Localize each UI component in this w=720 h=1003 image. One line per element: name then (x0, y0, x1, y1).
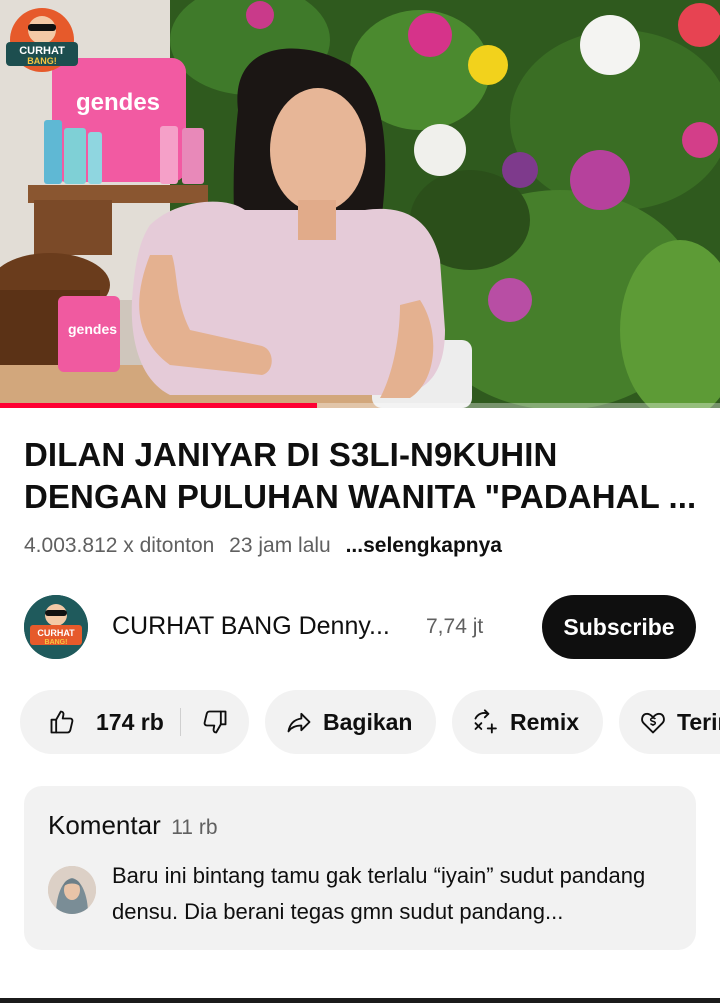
top-comment-text: Baru ini bintang tamu gak terlalu “iyain… (112, 863, 646, 924)
channel-row: CURHAT BANG! CURHAT BANG Denny... 7,74 j… (0, 594, 720, 660)
subscribe-button[interactable]: Subscribe (542, 595, 696, 659)
thanks-label: Terima kasih (677, 708, 720, 735)
heart-dollar-icon (641, 712, 665, 734)
video-player[interactable]: gendes gendes CURHAT BANG! (0, 0, 720, 408)
svg-text:BANG!: BANG! (27, 56, 57, 66)
comments-panel[interactable]: Komentar 11 rb Baru ini bintang tamu gak… (24, 786, 696, 950)
video-details-sheet: DILAN JANIYAR DI S3LI-N9KUHIN DENGAN PUL… (0, 408, 720, 1003)
comments-header: Komentar 11 rb (48, 810, 218, 841)
video-meta[interactable]: 4.003.812 x ditonton 23 jam lalu ...sele… (24, 534, 511, 558)
video-watch-page: gendes gendes CURHAT BANG! DILAN JANIYAR… (0, 0, 720, 1003)
show-more-link[interactable]: ...selengkapnya (346, 534, 502, 557)
subscriber-count: 7,74 jt (426, 615, 484, 638)
like-dislike-pill: 174 rb (20, 690, 249, 754)
pillow-brand-text: gendes (76, 89, 160, 116)
thumbs-up-icon (50, 710, 74, 734)
like-button[interactable]: 174 rb (20, 690, 164, 754)
action-bar: 174 rb Bagikan Remix Teri (0, 690, 720, 754)
video-title[interactable]: DILAN JANIYAR DI S3LI-N9KUHIN DENGAN PUL… (24, 434, 704, 518)
mug-brand-text: gendes (68, 321, 117, 337)
upload-age: 23 jam lalu (229, 534, 331, 557)
bottom-edge-bar (0, 998, 720, 1003)
channel-watermark-logo: CURHAT BANG! (2, 4, 82, 80)
svg-text:BANG!: BANG! (45, 639, 68, 646)
remix-button[interactable]: Remix (452, 690, 603, 754)
svg-text:CURHAT: CURHAT (37, 628, 75, 638)
channel-name[interactable]: CURHAT BANG Denny... (112, 612, 412, 641)
like-count: 174 rb (96, 708, 164, 735)
dislike-button[interactable] (181, 690, 249, 754)
comments-count: 11 rb (171, 816, 218, 839)
commenter-avatar (48, 866, 96, 914)
video-thumbnail-scene: gendes gendes (0, 0, 720, 408)
remix-icon (474, 709, 497, 734)
share-button[interactable]: Bagikan (265, 690, 436, 754)
thanks-button[interactable]: Terima kasih (619, 690, 720, 754)
channel-avatar[interactable]: CURHAT BANG! (24, 595, 88, 659)
share-label: Bagikan (323, 708, 413, 735)
share-arrow-icon (287, 712, 311, 733)
remix-label: Remix (510, 708, 580, 735)
view-count: 4.003.812 x ditonton (24, 534, 215, 557)
comments-title: Komentar (48, 810, 161, 840)
thumbs-down-icon (203, 710, 227, 734)
